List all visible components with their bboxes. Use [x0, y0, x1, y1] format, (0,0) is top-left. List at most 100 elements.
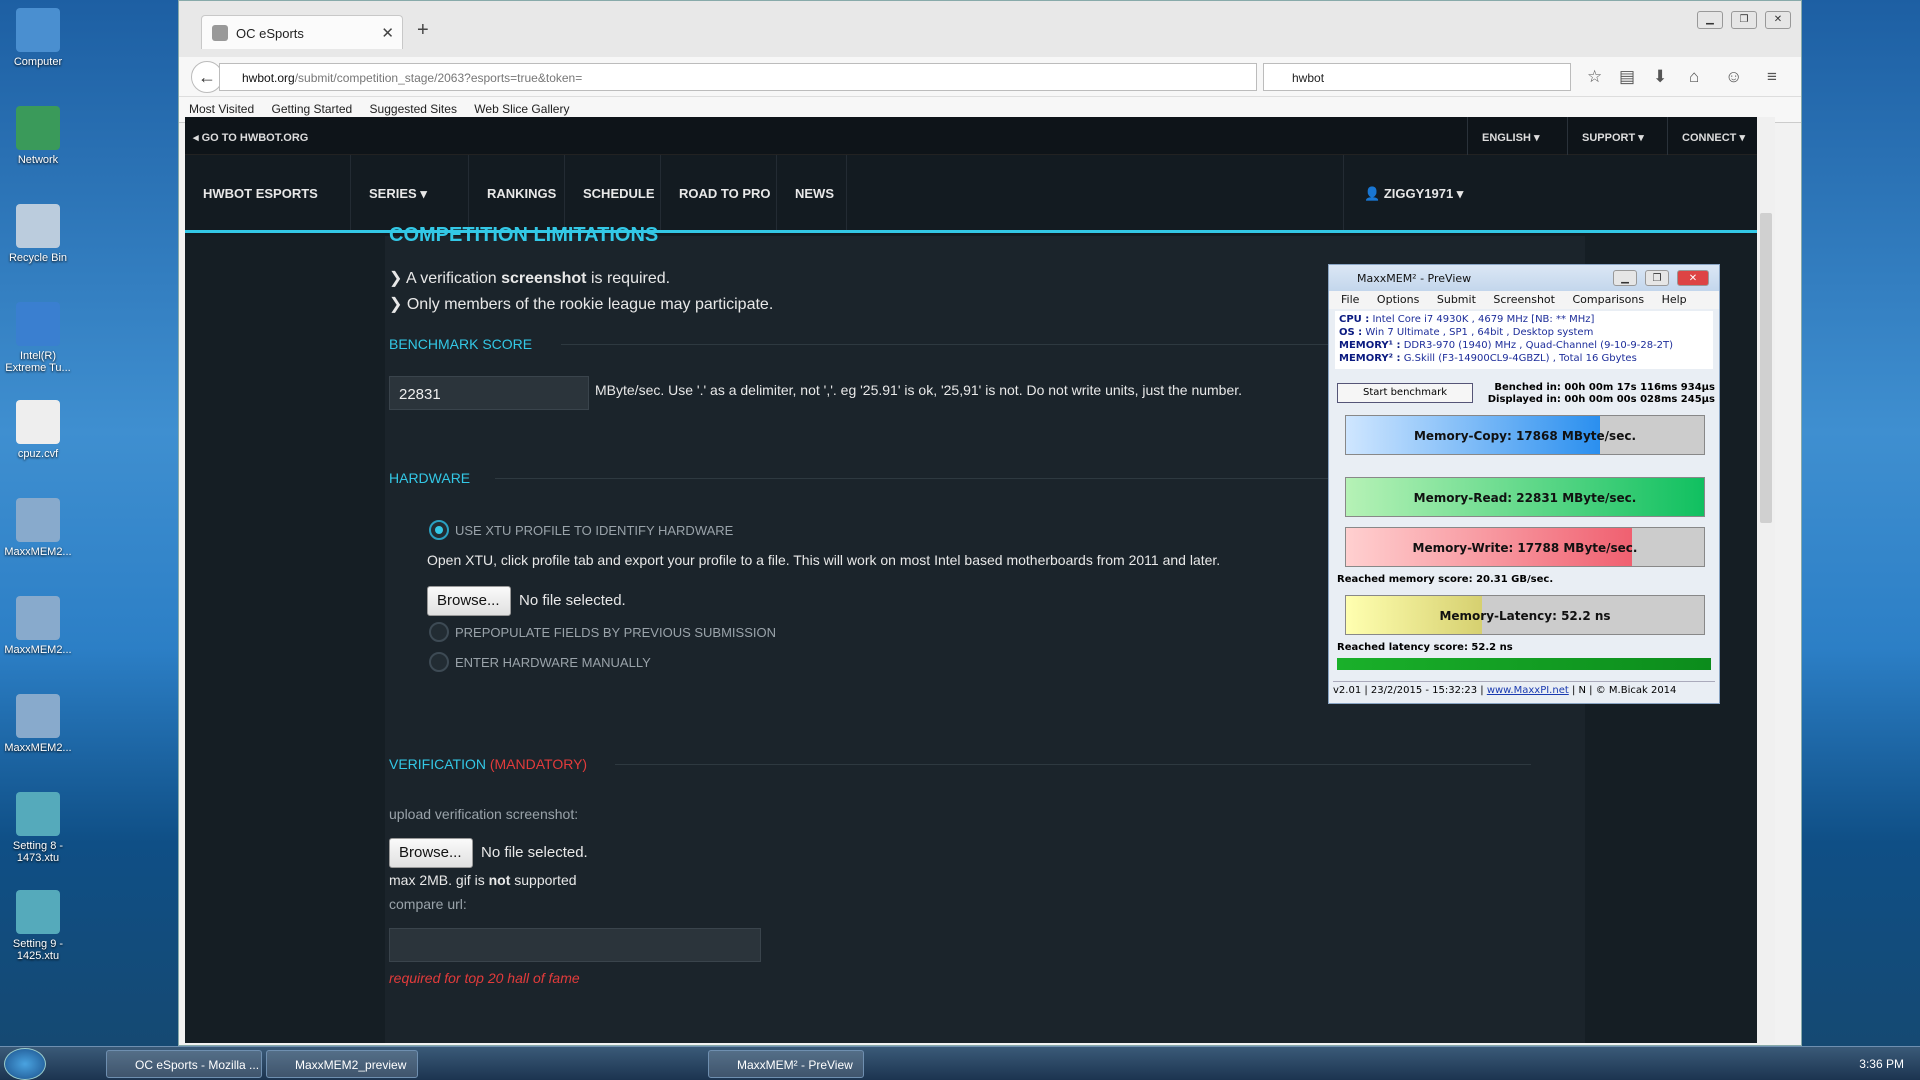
bookmark-most-visited[interactable]: Most Visited: [189, 102, 254, 116]
user-icon: 👤: [1364, 186, 1381, 201]
desktop-icon[interactable]: Computer: [4, 8, 72, 68]
radio-xtu[interactable]: [429, 520, 449, 540]
desktop-icon-image: [16, 106, 60, 150]
hwbot-favicon-icon: [212, 25, 228, 41]
minimize-icon[interactable]: ▁: [1697, 11, 1723, 29]
latency-label: Memory-Latency: 52.2 ns: [1439, 609, 1611, 623]
menu-icon[interactable]: ≡: [1767, 67, 1777, 87]
memory-copy-bar: Memory-Copy: 17868 MByte/sec.: [1345, 415, 1705, 455]
search-input[interactable]: hwbot: [1263, 63, 1571, 91]
max-size-note: max 2MB. gif is not supported: [389, 872, 577, 888]
desktop-icon[interactable]: Intel(R) Extreme Tu...: [4, 302, 72, 374]
radio-prepopulate[interactable]: [429, 622, 449, 642]
main-nav: HWBOT ESPORTS SERIES ▾ RANKINGS SCHEDULE…: [185, 155, 1775, 233]
menu-screenshot[interactable]: Screenshot: [1493, 293, 1555, 306]
connect-menu[interactable]: CONNECT ▾: [1667, 117, 1763, 155]
menu-comparisons[interactable]: Comparisons: [1572, 293, 1644, 306]
mm-maximize-icon[interactable]: ❐: [1645, 270, 1669, 286]
maxxmem-window: MaxxMEM² - PreView ▁ ❐ ✕ File Options Su…: [1328, 264, 1720, 704]
mm-minimize-icon[interactable]: ▁: [1613, 270, 1637, 286]
desktop-icon[interactable]: Recycle Bin: [4, 204, 72, 264]
browse-xtu-button[interactable]: Browse...: [427, 586, 511, 616]
taskbar-maxxmem-folder[interactable]: MaxxMEM2_preview: [266, 1050, 418, 1078]
user-menu[interactable]: 👤 ZIGGY1971 ▾: [1343, 155, 1503, 230]
divider: [615, 764, 1531, 765]
desktop-icon-image: [16, 204, 60, 248]
support-menu[interactable]: SUPPORT ▾: [1567, 117, 1663, 155]
maxxpi-link[interactable]: www.MaxxPI.net: [1487, 685, 1569, 696]
cpu-value: Intel Core i7 4930K , 4679 MHz [NB: ** M…: [1372, 314, 1595, 325]
nav-hwbot-esports[interactable]: HWBOT ESPORTS: [185, 155, 351, 230]
bookmark-getting-started[interactable]: Getting Started: [271, 102, 352, 116]
start-button[interactable]: [4, 1048, 46, 1080]
desktop-icon[interactable]: Setting 8 - 1473.xtu: [4, 792, 72, 864]
bookmark-suggested-sites[interactable]: Suggested Sites: [370, 102, 457, 116]
maximize-icon[interactable]: ❐: [1731, 11, 1757, 29]
home-icon[interactable]: ⌂: [1689, 67, 1699, 87]
nav-schedule[interactable]: SCHEDULE: [565, 155, 661, 230]
nav-news[interactable]: NEWS: [777, 155, 847, 230]
desktop-icon-label: Intel(R) Extreme Tu...: [5, 350, 71, 374]
menu-help[interactable]: Help: [1662, 293, 1687, 306]
english-menu[interactable]: ENGLISH ▾: [1467, 117, 1563, 155]
desktop-icon[interactable]: MaxxMEM2...: [4, 498, 72, 558]
start-benchmark-button[interactable]: Start benchmark: [1337, 383, 1473, 403]
desktop-icon-label: MaxxMEM2...: [4, 644, 72, 656]
radio-manual-label: ENTER HARDWARE MANUALLY: [455, 655, 651, 670]
os-key: OS :: [1339, 327, 1363, 338]
desktop-icon[interactable]: Network: [4, 106, 72, 166]
mem2-row: MEMORY² : G.Skill (F3-14900CL9-4GBZL) , …: [1339, 352, 1713, 365]
close-tab-icon[interactable]: ✕: [381, 24, 394, 42]
status-n: N: [1578, 685, 1586, 696]
mm-close-icon[interactable]: ✕: [1677, 270, 1709, 286]
connect-label: CONNECT: [1682, 132, 1737, 144]
menu-file[interactable]: File: [1341, 293, 1359, 306]
menu-submit[interactable]: Submit: [1437, 293, 1476, 306]
mem1-key: MEMORY¹ :: [1339, 340, 1401, 351]
menu-options[interactable]: Options: [1377, 293, 1419, 306]
maxxmem-menu: File Options Submit Screenshot Compariso…: [1329, 291, 1719, 309]
desktop-icon-image: [16, 890, 60, 934]
close-window-icon[interactable]: ✕: [1765, 11, 1791, 29]
read-label: Memory-Read: 22831 MByte/sec.: [1413, 491, 1637, 505]
desktop-icon-label: Network: [17, 154, 59, 166]
radio-manual[interactable]: [429, 652, 449, 672]
memory-write-bar: Memory-Write: 17788 MByte/sec.: [1345, 527, 1705, 567]
desktop-icon[interactable]: MaxxMEM2...: [4, 694, 72, 754]
chat-icon[interactable]: ☺: [1725, 67, 1742, 87]
memory-read-bar: Memory-Read: 22831 MByte/sec.: [1345, 477, 1705, 517]
benchmark-score-heading: BENCHMARK SCORE: [389, 336, 533, 352]
run-date: 23/2/2015 - 15:32:23: [1370, 685, 1478, 696]
nav-series[interactable]: SERIES ▾: [351, 155, 469, 230]
english-label: ENGLISH: [1482, 132, 1531, 144]
bookmark-star-icon[interactable]: ☆: [1587, 67, 1602, 87]
desktop-icon[interactable]: MaxxMEM2...: [4, 596, 72, 656]
bookmark-web-slice-gallery[interactable]: Web Slice Gallery: [474, 102, 569, 116]
desktop-icon[interactable]: Setting 9 - 1425.xtu: [4, 890, 72, 962]
taskbar-firefox[interactable]: OC eSports - Mozilla ...: [106, 1050, 262, 1078]
max-bold: not: [488, 872, 511, 888]
tab-oc-esports[interactable]: OC eSports ✕: [201, 15, 403, 49]
desktop-icon[interactable]: cpuz.cvf: [4, 400, 72, 460]
taskbar-maxxmem-preview[interactable]: MaxxMEM² - PreView: [708, 1050, 864, 1078]
goto-hwbot-link[interactable]: ◂ GO TO HWBOT.ORG: [193, 131, 308, 144]
tab-title: OC eSports: [236, 26, 304, 41]
scrollbar-thumb[interactable]: [1760, 213, 1772, 523]
score-input[interactable]: 22831: [389, 376, 589, 410]
page-scrollbar[interactable]: [1757, 117, 1775, 1043]
nav-rankings[interactable]: RANKINGS: [469, 155, 565, 230]
download-icon[interactable]: ⬇: [1653, 67, 1667, 87]
hardware-heading: HARDWARE: [389, 470, 471, 486]
desktop-icon-label: Recycle Bin: [8, 252, 68, 264]
nav-road-to-pro[interactable]: ROAD TO PRO: [661, 155, 777, 230]
new-tab-icon[interactable]: +: [417, 19, 429, 42]
desktop-icon-label: Setting 9 - 1425.xtu: [12, 938, 64, 962]
browse-screenshot-button[interactable]: Browse...: [389, 838, 473, 868]
desktop-icon-image: [16, 792, 60, 836]
compare-url-input[interactable]: [389, 928, 761, 962]
progress-bar: [1337, 658, 1711, 670]
latency-score: Reached latency score: 52.2 ns: [1337, 642, 1513, 653]
reading-list-icon[interactable]: ▤: [1619, 67, 1635, 87]
limit1-post: is required.: [586, 270, 671, 287]
url-bar[interactable]: hwbot.org/submit/competition_stage/2063?…: [219, 63, 1257, 91]
